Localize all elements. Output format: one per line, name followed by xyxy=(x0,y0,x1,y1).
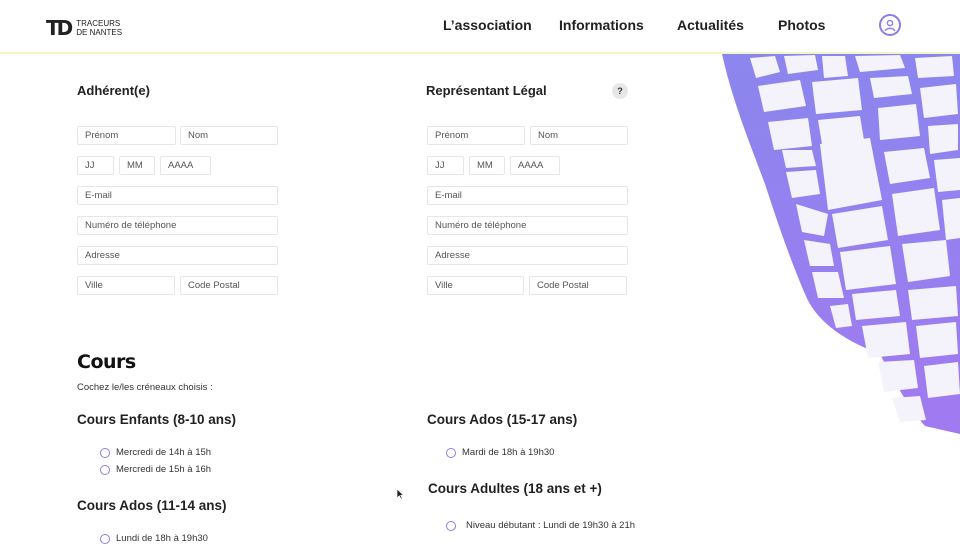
option-label: Lundi de 18h à 19h30 xyxy=(116,533,208,544)
map-illustration xyxy=(722,54,960,434)
representant-prenom-input[interactable] xyxy=(427,126,525,145)
option-ados-15-mardi[interactable]: Mardi de 18h à 19h30 xyxy=(446,447,554,458)
adherent-adresse-input[interactable] xyxy=(77,246,278,265)
cours-subtitle: Cochez le/les créneaux choisis : xyxy=(77,382,213,393)
cours-ados-11-title: Cours Ados (11-14 ans) xyxy=(77,498,227,513)
option-enfants-14h[interactable]: Mercredi de 14h à 15h xyxy=(100,447,211,458)
site-header: TD TRACEURS DE NANTES L’association Info… xyxy=(0,0,960,54)
adherent-annee-input[interactable] xyxy=(160,156,211,175)
adherent-prenom-input[interactable] xyxy=(77,126,176,145)
option-enfants-15h[interactable]: Mercredi de 15h à 16h xyxy=(100,464,211,475)
adherent-code-postal-input[interactable] xyxy=(180,276,278,295)
representant-ville-input[interactable] xyxy=(427,276,524,295)
logo-line-1: TRACEURS xyxy=(76,19,121,28)
adherent-telephone-input[interactable] xyxy=(77,216,278,235)
representant-telephone-input[interactable] xyxy=(427,216,628,235)
nav-photos[interactable]: Photos xyxy=(778,17,825,33)
adherent-nom-input[interactable] xyxy=(180,126,278,145)
radio-button[interactable] xyxy=(100,447,110,458)
logo-text: TRACEURS DE NANTES xyxy=(76,19,122,37)
radio-button[interactable] xyxy=(446,447,456,458)
option-adultes-debutant[interactable]: Niveau débutant : Lundi de 19h30 à 21h xyxy=(446,520,635,531)
question-icon: ? xyxy=(617,86,623,96)
cours-ados-15-title: Cours Ados (15-17 ans) xyxy=(427,412,578,427)
option-ados-11-lundi[interactable]: Lundi de 18h à 19h30 xyxy=(100,533,208,544)
radio-button[interactable] xyxy=(100,464,110,475)
nav-informations[interactable]: Informations xyxy=(559,17,644,33)
representant-annee-input[interactable] xyxy=(510,156,560,175)
representant-mois-input[interactable] xyxy=(469,156,505,175)
site-logo[interactable]: TD TRACEURS DE NANTES xyxy=(46,16,122,40)
logo-mark: TD xyxy=(46,16,73,40)
help-button[interactable]: ? xyxy=(612,83,628,99)
adherent-email-input[interactable] xyxy=(77,186,278,205)
representant-adresse-input[interactable] xyxy=(427,246,628,265)
representant-jour-input[interactable] xyxy=(427,156,464,175)
adherent-title: Adhérent(e) xyxy=(77,83,150,98)
cours-adultes-title: Cours Adultes (18 ans et +) xyxy=(428,481,602,496)
adherent-ville-input[interactable] xyxy=(77,276,175,295)
cours-enfants-title: Cours Enfants (8-10 ans) xyxy=(77,412,237,427)
radio-button[interactable] xyxy=(100,533,110,544)
logo-line-2: DE NANTES xyxy=(76,28,123,37)
representant-title: Représentant Légal xyxy=(426,83,547,98)
user-circle-icon xyxy=(884,19,896,32)
cours-title: Cours xyxy=(77,351,136,373)
nav-actualites[interactable]: Actualités xyxy=(677,17,744,33)
option-label: Mercredi de 14h à 15h xyxy=(116,447,212,458)
nav-association[interactable]: L’association xyxy=(443,17,532,33)
adherent-mois-input[interactable] xyxy=(119,156,155,175)
radio-button[interactable] xyxy=(446,520,456,531)
representant-email-input[interactable] xyxy=(427,186,628,205)
mouse-cursor-icon xyxy=(396,488,404,500)
representant-code-postal-input[interactable] xyxy=(529,276,627,295)
account-button[interactable] xyxy=(879,14,901,36)
representant-nom-input[interactable] xyxy=(530,126,628,145)
option-label: Niveau débutant : Lundi de 19h30 à 21h xyxy=(466,520,636,531)
adherent-jour-input[interactable] xyxy=(77,156,114,175)
option-label: Mercredi de 15h à 16h xyxy=(116,464,212,475)
option-label: Mardi de 18h à 19h30 xyxy=(462,447,555,458)
